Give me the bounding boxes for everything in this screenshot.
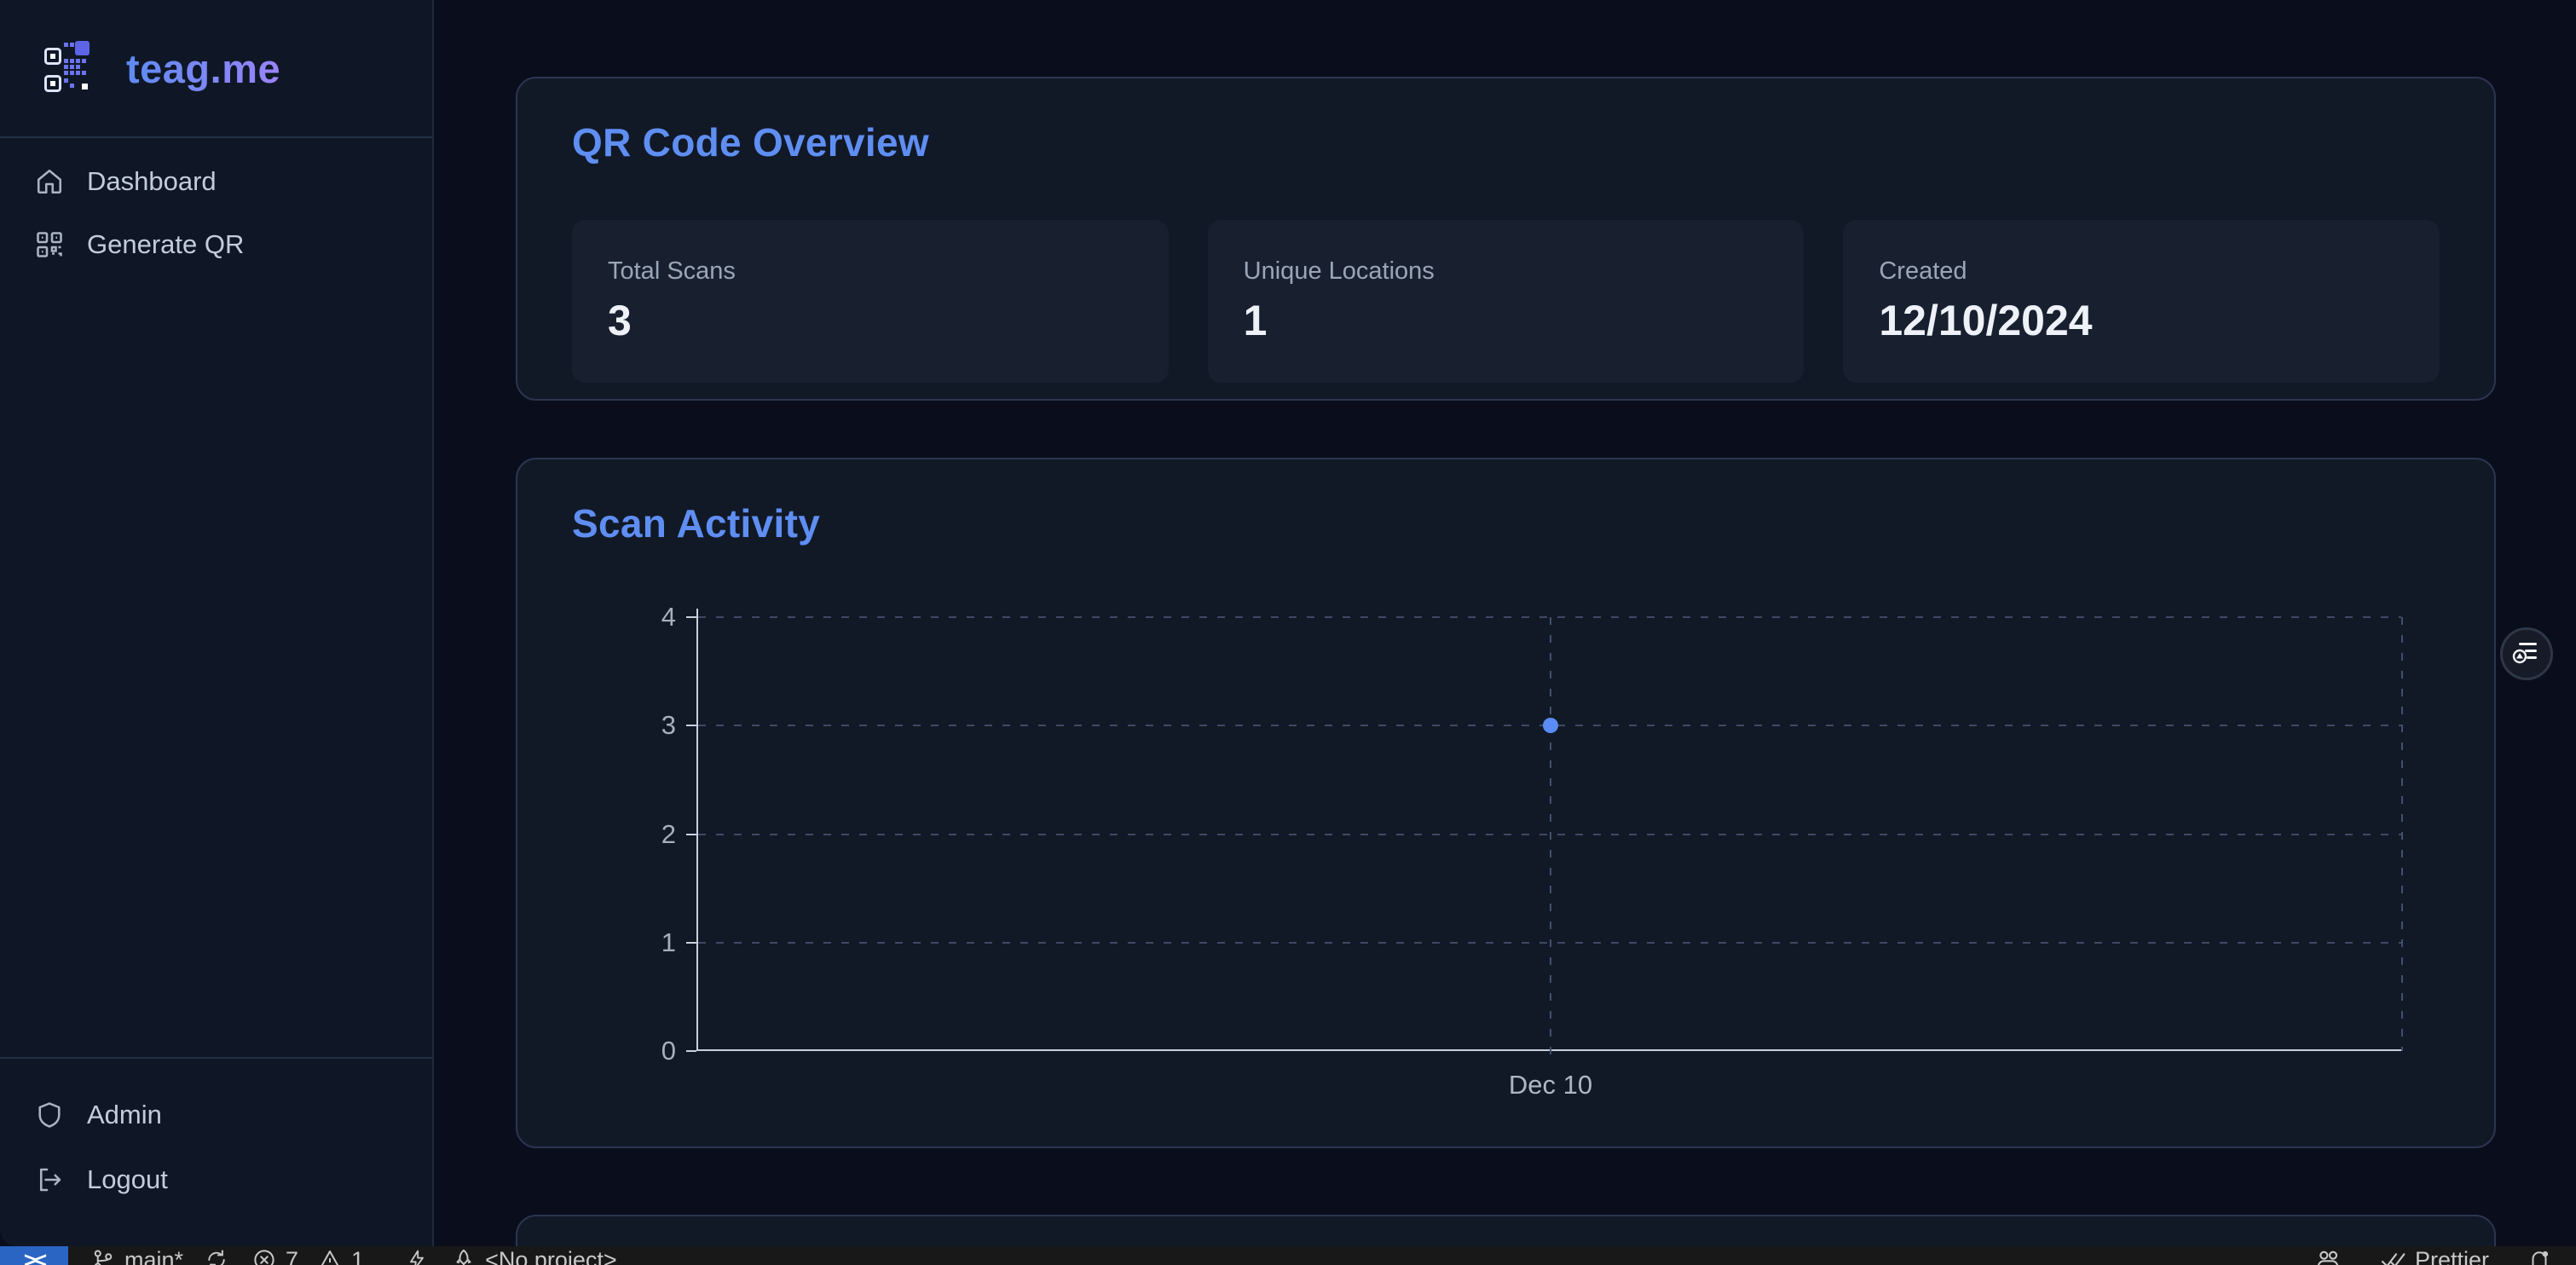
brand-logo-qr-icon [44, 41, 92, 96]
chart-plot: 01234Dec 10 [696, 617, 2401, 1051]
formatter-button[interactable]: Prettier [2379, 1246, 2489, 1265]
stat-card-unique-locations: Unique Locations 1 [1208, 220, 1805, 383]
git-branch-label: main* [124, 1247, 183, 1265]
y-axis-tick-3 [686, 725, 696, 726]
sidebar-item-generate-qr[interactable]: Generate QR [0, 213, 432, 276]
y-axis-label-1: 1 [661, 927, 676, 958]
sidebar: teag.me Dashboard Gen [0, 0, 434, 1246]
bell-icon [2527, 1247, 2552, 1265]
errors-count: 7 [286, 1247, 298, 1265]
live-share-button[interactable] [2314, 1246, 2342, 1265]
sidebar-item-label: Logout [87, 1164, 168, 1195]
scan-activity-card: Scan Activity 01234Dec 10 [516, 458, 2496, 1148]
git-branch-icon [90, 1247, 116, 1265]
sidebar-item-logout[interactable]: Logout [0, 1147, 432, 1212]
formatter-label: Prettier [2415, 1247, 2489, 1265]
overview-title: QR Code Overview [572, 119, 2440, 165]
sidebar-item-label: Dashboard [87, 166, 217, 197]
stat-card-created: Created 12/10/2024 [1843, 220, 2440, 383]
sync-icon [204, 1247, 229, 1265]
stat-value: 3 [608, 296, 1133, 345]
sidebar-nav: Dashboard Generate QR [0, 138, 432, 288]
y-axis-tick-0 [686, 1050, 696, 1052]
sidebar-spacer [0, 288, 432, 1057]
people-icon [2314, 1246, 2342, 1265]
sidebar-item-label: Generate QR [87, 229, 244, 260]
rocket-icon [451, 1247, 477, 1265]
lightning-status-button[interactable] [386, 1248, 429, 1265]
home-icon [34, 166, 65, 197]
warnings-count: 1 [351, 1247, 364, 1265]
project-selector-button[interactable]: <No project> [451, 1247, 617, 1265]
brand-name: teag.me [126, 45, 280, 92]
y-axis-label-4: 4 [661, 602, 676, 632]
stat-value: 1 [1244, 296, 1769, 345]
notifications-button[interactable] [2527, 1247, 2552, 1265]
x-axis-label: Dec 10 [1509, 1070, 1592, 1100]
logout-icon [34, 1164, 65, 1195]
stat-label: Unique Locations [1244, 257, 1769, 286]
status-bar-right: Prettier [2314, 1246, 2576, 1265]
errors-icon [251, 1247, 277, 1265]
data-point-Dec 10[interactable] [1543, 718, 1558, 733]
stat-value: 12/10/2024 [1879, 296, 2404, 345]
sidebar-footer: Admin Logout [0, 1057, 432, 1246]
project-selector-label: <No project> [485, 1247, 617, 1265]
gridline-right-edge [2401, 617, 2403, 1051]
vscode-status-bar: >< main* [0, 1246, 2576, 1265]
y-axis-tick-2 [686, 834, 696, 835]
shield-icon [34, 1100, 65, 1130]
y-axis-label-3: 3 [661, 710, 676, 741]
sidebar-item-dashboard[interactable]: Dashboard [0, 150, 432, 213]
logs-panel-icon [2510, 635, 2544, 673]
double-check-icon [2379, 1246, 2406, 1265]
sidebar-header: teag.me [0, 0, 432, 138]
warnings-icon [317, 1247, 343, 1265]
y-axis-label-0: 0 [661, 1036, 676, 1066]
git-branch-button[interactable]: main* [90, 1247, 229, 1265]
qr-icon [34, 229, 65, 260]
stat-label: Created [1879, 257, 2404, 286]
activity-title: Scan Activity [572, 500, 2440, 546]
y-axis-tick-4 [686, 616, 696, 618]
devtools-toggle-button[interactable] [2500, 627, 2553, 680]
lightning-icon [405, 1248, 429, 1265]
sidebar-item-admin[interactable]: Admin [0, 1083, 432, 1147]
remote-indicator-button[interactable]: >< [0, 1246, 68, 1265]
app-screen: teag.me Dashboard Gen [0, 0, 2576, 1265]
y-axis-tick-1 [686, 942, 696, 944]
stats-row: Total Scans 3 Unique Locations 1 Created… [572, 220, 2440, 383]
gridline-x-Dec 10 [1550, 617, 1551, 1063]
stat-label: Total Scans [608, 257, 1133, 286]
problems-button[interactable]: 7 1 [251, 1247, 364, 1265]
qr-code-overview-card: QR Code Overview Total Scans 3 Unique Lo… [516, 77, 2496, 401]
sidebar-item-label: Admin [87, 1100, 162, 1130]
stat-card-total-scans: Total Scans 3 [572, 220, 1169, 383]
status-bar-items: >< main* [0, 1246, 2576, 1265]
remote-indicator-label: >< [24, 1247, 44, 1265]
y-axis-label-2: 2 [661, 819, 676, 850]
